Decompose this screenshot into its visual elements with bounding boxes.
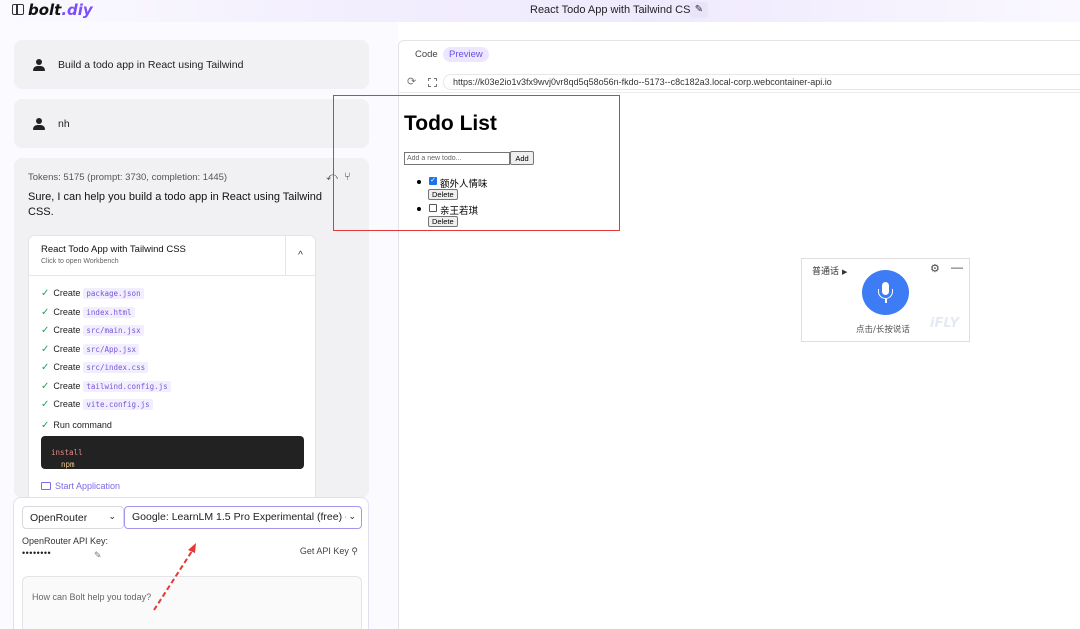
annotation-highlight-box — [333, 95, 620, 231]
tab-preview[interactable]: Preview — [443, 47, 489, 62]
artifact-header[interactable]: React Todo App with Tailwind CSS Click t… — [29, 236, 315, 276]
provider-value: OpenRouter — [30, 512, 88, 524]
workbench-tabs: Code Preview — [399, 41, 1080, 69]
check-icon: ✓ — [41, 381, 50, 392]
tab-code[interactable]: Code — [409, 47, 444, 62]
preview-url-field[interactable]: https://k03e2io1v3fx9wvj0vr8qd5q58o56n-f… — [443, 74, 1080, 90]
chevron-down-icon: ⌄ — [108, 511, 116, 521]
action-item: ✓ Create src/index.css — [41, 362, 149, 373]
api-key-value: •••••••• — [22, 548, 52, 558]
token-usage: Tokens: 5175 (prompt: 3730, completion: … — [28, 172, 228, 183]
user-message: nh — [14, 99, 369, 148]
gear-icon[interactable]: ⚙ — [930, 262, 940, 275]
chevron-down-icon: ⌄ — [346, 511, 356, 522]
terminal-icon — [41, 482, 51, 490]
collapse-chevron-icon[interactable]: ^ — [285, 236, 315, 276]
artifact-title: React Todo App with Tailwind CSS — [41, 244, 186, 255]
check-icon: ✓ — [41, 399, 50, 410]
assistant-reply-text: Sure, I can help you build a todo app in… — [28, 191, 322, 218]
voice-hint-text: 点击/长按说话 — [856, 325, 910, 335]
user-message: Build a todo app in React using Tailwind — [14, 40, 369, 89]
action-verb: Create — [53, 362, 81, 372]
logo-main-text: bolt — [28, 1, 62, 19]
user-message-text: nh — [58, 117, 70, 130]
action-verb: Create — [53, 344, 81, 354]
action-verb: Create — [53, 307, 81, 317]
model-select[interactable]: Google: LearnLM 1.5 Pro Experimental (fr… — [124, 506, 362, 529]
pencil-icon[interactable]: ✎ — [94, 550, 102, 561]
get-api-key-label: Get API Key — [299, 546, 349, 556]
check-icon: ✓ — [41, 420, 50, 431]
language-label: 普通话 — [812, 267, 840, 277]
artifact-card: React Todo App with Tailwind CSS Click t… — [28, 235, 316, 498]
microphone-button[interactable] — [862, 270, 909, 315]
api-key-label: OpenRouter API Key: — [22, 536, 109, 546]
action-item: ✓ Create src/App.jsx — [41, 344, 140, 355]
voice-input-widget: 普通话 ▶ ⚙ — 点击/长按说话 iFLY — [801, 258, 970, 342]
action-file[interactable]: package.json — [83, 288, 144, 299]
action-file[interactable]: src/index.css — [83, 362, 149, 373]
action-file[interactable]: src/App.jsx — [83, 344, 140, 355]
top-bar: bolt.diy React Todo App with Tailwind CS… — [0, 0, 1080, 22]
artifact-subtitle: Click to open Workbench — [41, 258, 119, 265]
user-message-text: Build a todo app in React using Tailwind — [58, 58, 244, 71]
check-icon: ✓ — [41, 362, 50, 373]
edit-title-icon[interactable]: ✎ — [690, 2, 708, 18]
assistant-message: Tokens: 5175 (prompt: 3730, completion: … — [14, 158, 369, 498]
action-item: ✓ Run command — [41, 420, 112, 431]
action-verb: Create — [53, 288, 81, 298]
action-file[interactable]: index.html — [83, 307, 135, 318]
check-icon: ✓ — [41, 307, 50, 318]
element-select-icon[interactable] — [428, 78, 437, 87]
action-verb: Create — [53, 399, 81, 409]
action-item: ✓ Create vite.config.js — [41, 399, 153, 410]
command-arg: install — [51, 448, 83, 457]
check-icon: ✓ — [41, 288, 50, 299]
ifly-logo: iFLY — [930, 316, 960, 331]
sidebar-toggle-icon[interactable] — [12, 4, 24, 15]
minimize-icon[interactable]: — — [951, 260, 963, 274]
key-icon: ⚲ — [351, 546, 358, 556]
reload-icon[interactable]: ⟳ — [407, 75, 416, 88]
logo-accent-text: .diy — [61, 1, 93, 19]
get-api-key-link[interactable]: Get API Key ⚲ — [300, 546, 358, 557]
action-item: ✓ Create src/main.jsx — [41, 325, 144, 336]
user-avatar-icon — [32, 58, 46, 72]
action-file[interactable]: vite.config.js — [83, 399, 153, 410]
command-bin: npm — [61, 460, 75, 469]
action-item: ✓ Create tailwind.config.js — [41, 381, 171, 392]
preview-address-bar: ⟳ https://k03e2io1v3fx9wvj0vr8qd5q58o56n… — [399, 73, 1080, 93]
command-text: npm install — [51, 448, 83, 469]
annotation-arrow-icon — [153, 543, 196, 611]
check-icon: ✓ — [41, 344, 50, 355]
start-application-label: Start Application — [55, 481, 121, 491]
model-value: Google: LearnLM 1.5 Pro Experimental (fr… — [132, 511, 349, 523]
command-block: npm install — [41, 436, 304, 469]
provider-select[interactable]: OpenRouter ⌄ — [22, 506, 124, 529]
start-application-action[interactable]: Start Application — [41, 481, 120, 491]
chat-title: React Todo App with Tailwind CSS — [530, 4, 698, 16]
app-logo[interactable]: bolt.diy — [28, 1, 93, 19]
action-file[interactable]: src/main.jsx — [83, 325, 144, 336]
language-select[interactable]: 普通话 ▶ — [812, 264, 847, 277]
action-verb: Create — [53, 381, 81, 391]
check-icon: ✓ — [41, 325, 50, 336]
caret-right-icon: ▶ — [842, 268, 848, 276]
action-verb: Create — [53, 325, 81, 335]
action-item: ✓ Create index.html — [41, 307, 135, 318]
run-command-label: Run command — [53, 420, 112, 430]
action-item: ✓ Create package.json — [41, 288, 144, 299]
user-avatar-icon — [32, 117, 46, 131]
action-file[interactable]: tailwind.config.js — [83, 381, 171, 392]
